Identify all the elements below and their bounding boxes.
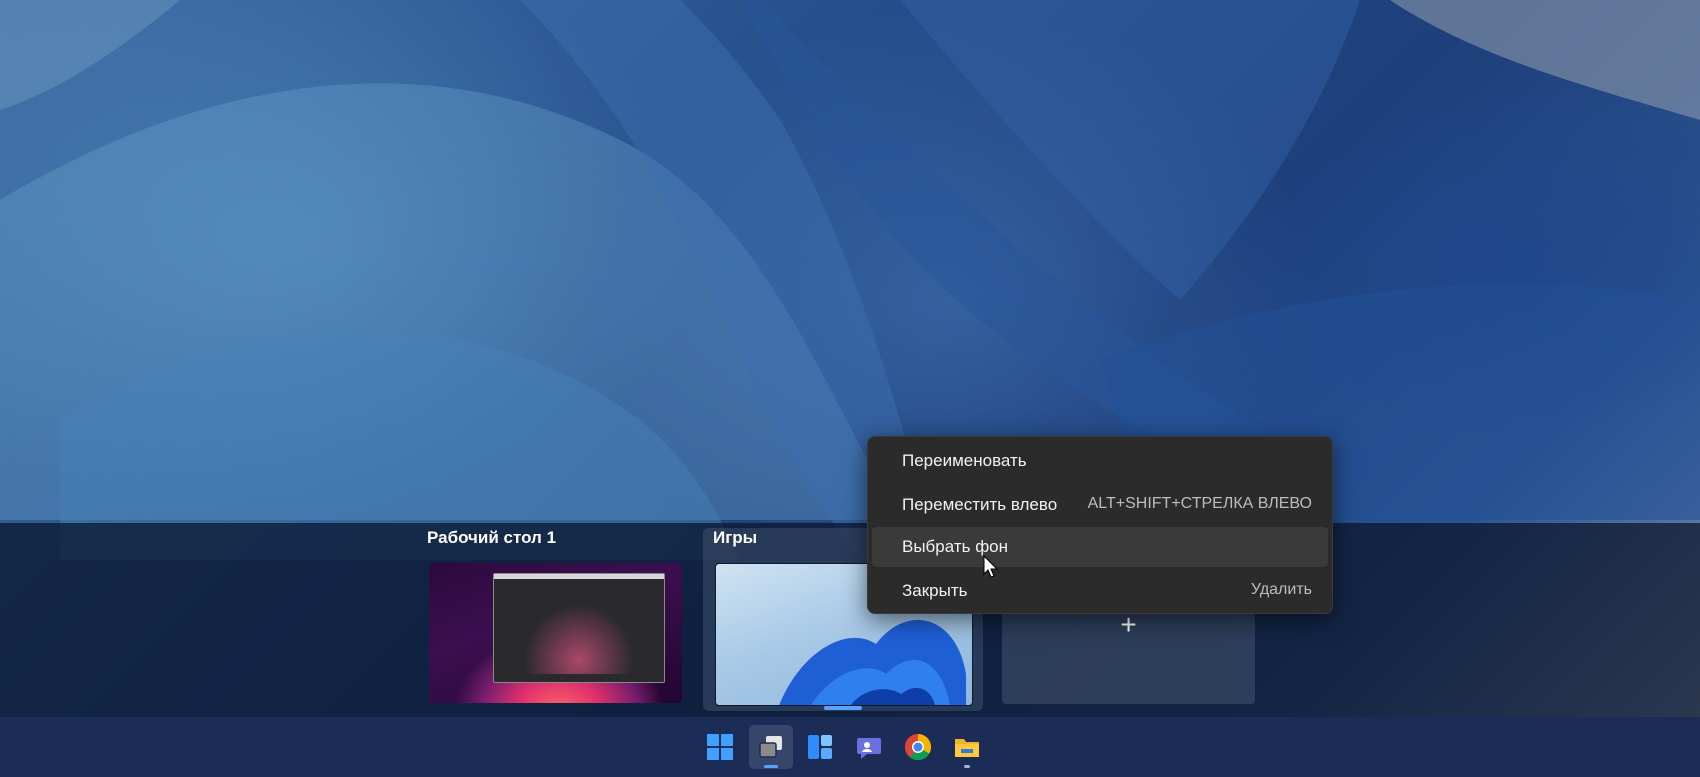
menu-item-shortcut: Удалить	[1250, 581, 1312, 598]
menu-item-close[interactable]: Закрыть Удалить	[872, 571, 1328, 611]
teams-chat-icon	[857, 738, 881, 759]
menu-item-label: Переместить влево	[902, 495, 1058, 514]
file-explorer-icon	[955, 739, 979, 757]
menu-item-label: Закрыть	[902, 581, 968, 600]
widgets-button[interactable]	[798, 725, 842, 769]
menu-item-choose-background[interactable]: Выбрать фон	[872, 527, 1328, 567]
widgets-icon	[808, 735, 832, 759]
chat-button[interactable]	[847, 725, 891, 769]
desktop-1-title: Рабочий стол 1	[427, 528, 557, 547]
chrome-button[interactable]	[896, 725, 940, 769]
menu-item-move-left[interactable]: Переместить влево ALT+SHIFT+СТРЕЛКА ВЛЕВ…	[872, 485, 1328, 525]
menu-item-label: Выбрать фон	[902, 537, 1009, 556]
desktop-1-thumbnail[interactable]	[429, 563, 682, 703]
start-button[interactable]	[698, 725, 742, 769]
desktop-context-menu: Переименовать Переместить влево ALT+SHIF…	[867, 436, 1333, 614]
menu-item-label: Переименовать	[902, 451, 1027, 470]
menu-item-rename[interactable]: Переименовать	[872, 441, 1328, 481]
start-icon	[707, 734, 733, 760]
task-view-button[interactable]	[749, 725, 793, 769]
window-preview	[493, 573, 665, 683]
desktop-2-selected-indicator	[824, 706, 862, 710]
file-explorer-button[interactable]	[945, 725, 989, 769]
mouse-cursor-icon	[983, 555, 999, 578]
chrome-icon	[904, 733, 932, 761]
desktop-2-title: Игры	[713, 528, 758, 547]
menu-item-shortcut: ALT+SHIFT+СТРЕЛКА ВЛЕВО	[1087, 495, 1312, 512]
taskbar	[0, 717, 1700, 777]
task-view-icon	[759, 736, 782, 758]
